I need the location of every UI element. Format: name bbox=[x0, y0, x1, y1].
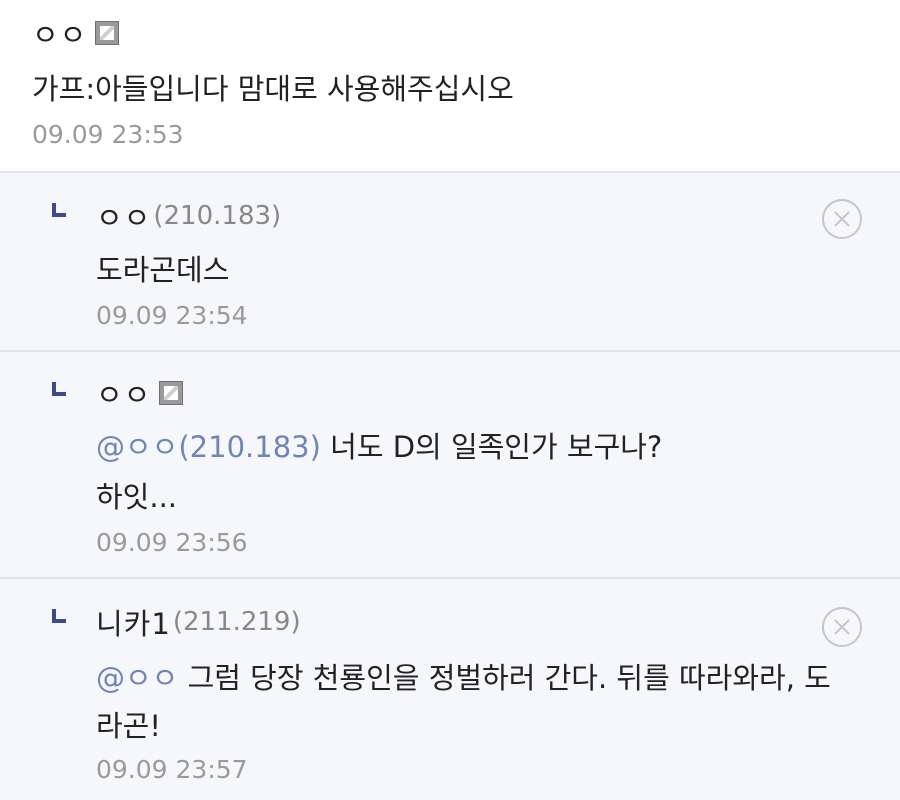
reply-arrow-icon bbox=[52, 609, 66, 623]
reply-text: @ㅇㅇ 그럼 당장 천룡인을 정벌하러 간다. 뒤를 따라와라, 도 bbox=[96, 655, 831, 701]
reply-author[interactable]: ㅇㅇ bbox=[96, 372, 184, 414]
reply-text: @ㅇㅇ(210.183) 너도 D의 일족인가 보구나? bbox=[96, 424, 662, 470]
reply-date: 09.09 23:54 bbox=[96, 301, 248, 330]
reply-nickname[interactable]: ㅇㅇ bbox=[96, 195, 151, 237]
reply-date: 09.09 23:56 bbox=[96, 528, 248, 557]
reply-mention[interactable]: @ㅇㅇ(210.183) bbox=[96, 430, 321, 464]
reply-date: 09.09 23:57 bbox=[96, 755, 248, 784]
reply-author[interactable]: ㅇㅇ (210.183) bbox=[96, 195, 281, 237]
reply-nickname[interactable]: 니카1 bbox=[96, 601, 171, 643]
comment-thread: ㅇㅇ 가프:아들입니다 맘대로 사용해주십시오 09.09 23:53 ㅇㅇ (… bbox=[0, 0, 900, 800]
reply-author[interactable]: 니카1 (211.219) bbox=[96, 601, 301, 643]
fixed-nick-icon bbox=[95, 21, 120, 45]
reply-text-line2: 라곤! bbox=[96, 709, 161, 743]
reply-arrow-icon bbox=[52, 203, 66, 217]
reply-item: 니카1 (211.219) @ㅇㅇ 그럼 당장 천룡인을 정벌하러 간다. 뒤를… bbox=[0, 577, 900, 800]
delete-icon[interactable] bbox=[822, 199, 862, 239]
delete-icon[interactable] bbox=[822, 607, 862, 647]
reply-ip: (211.219) bbox=[172, 607, 301, 637]
comment-text: 가프:아들입니다 맘대로 사용해주십시오 bbox=[32, 72, 514, 106]
comment-item: ㅇㅇ 가프:아들입니다 맘대로 사용해주십시오 09.09 23:53 bbox=[0, 0, 900, 172]
reply-item: ㅇㅇ (210.183) 도라곤데스 09.09 23:54 bbox=[0, 171, 900, 351]
reply-arrow-icon bbox=[52, 382, 66, 396]
comment-author[interactable]: ㅇㅇ bbox=[32, 12, 120, 54]
reply-text-line2: 하잇... bbox=[96, 480, 178, 514]
reply-nickname[interactable]: ㅇㅇ bbox=[96, 372, 151, 414]
reply-ip: (210.183) bbox=[153, 201, 282, 231]
reply-text-line1: 너도 D의 일족인가 보구나? bbox=[320, 430, 663, 464]
comment-nickname[interactable]: ㅇㅇ bbox=[32, 12, 87, 54]
reply-text: 도라곤데스 bbox=[96, 253, 230, 287]
reply-text-line1: 그럼 당장 천룡인을 정벌하러 간다. 뒤를 따라와라, 도 bbox=[178, 661, 831, 695]
reply-mention[interactable]: @ㅇㅇ bbox=[96, 661, 178, 695]
comment-date: 09.09 23:53 bbox=[32, 120, 184, 149]
reply-item: ㅇㅇ @ㅇㅇ(210.183) 너도 D의 일족인가 보구나? 하잇... 09… bbox=[0, 350, 900, 578]
fixed-nick-icon bbox=[159, 381, 184, 405]
